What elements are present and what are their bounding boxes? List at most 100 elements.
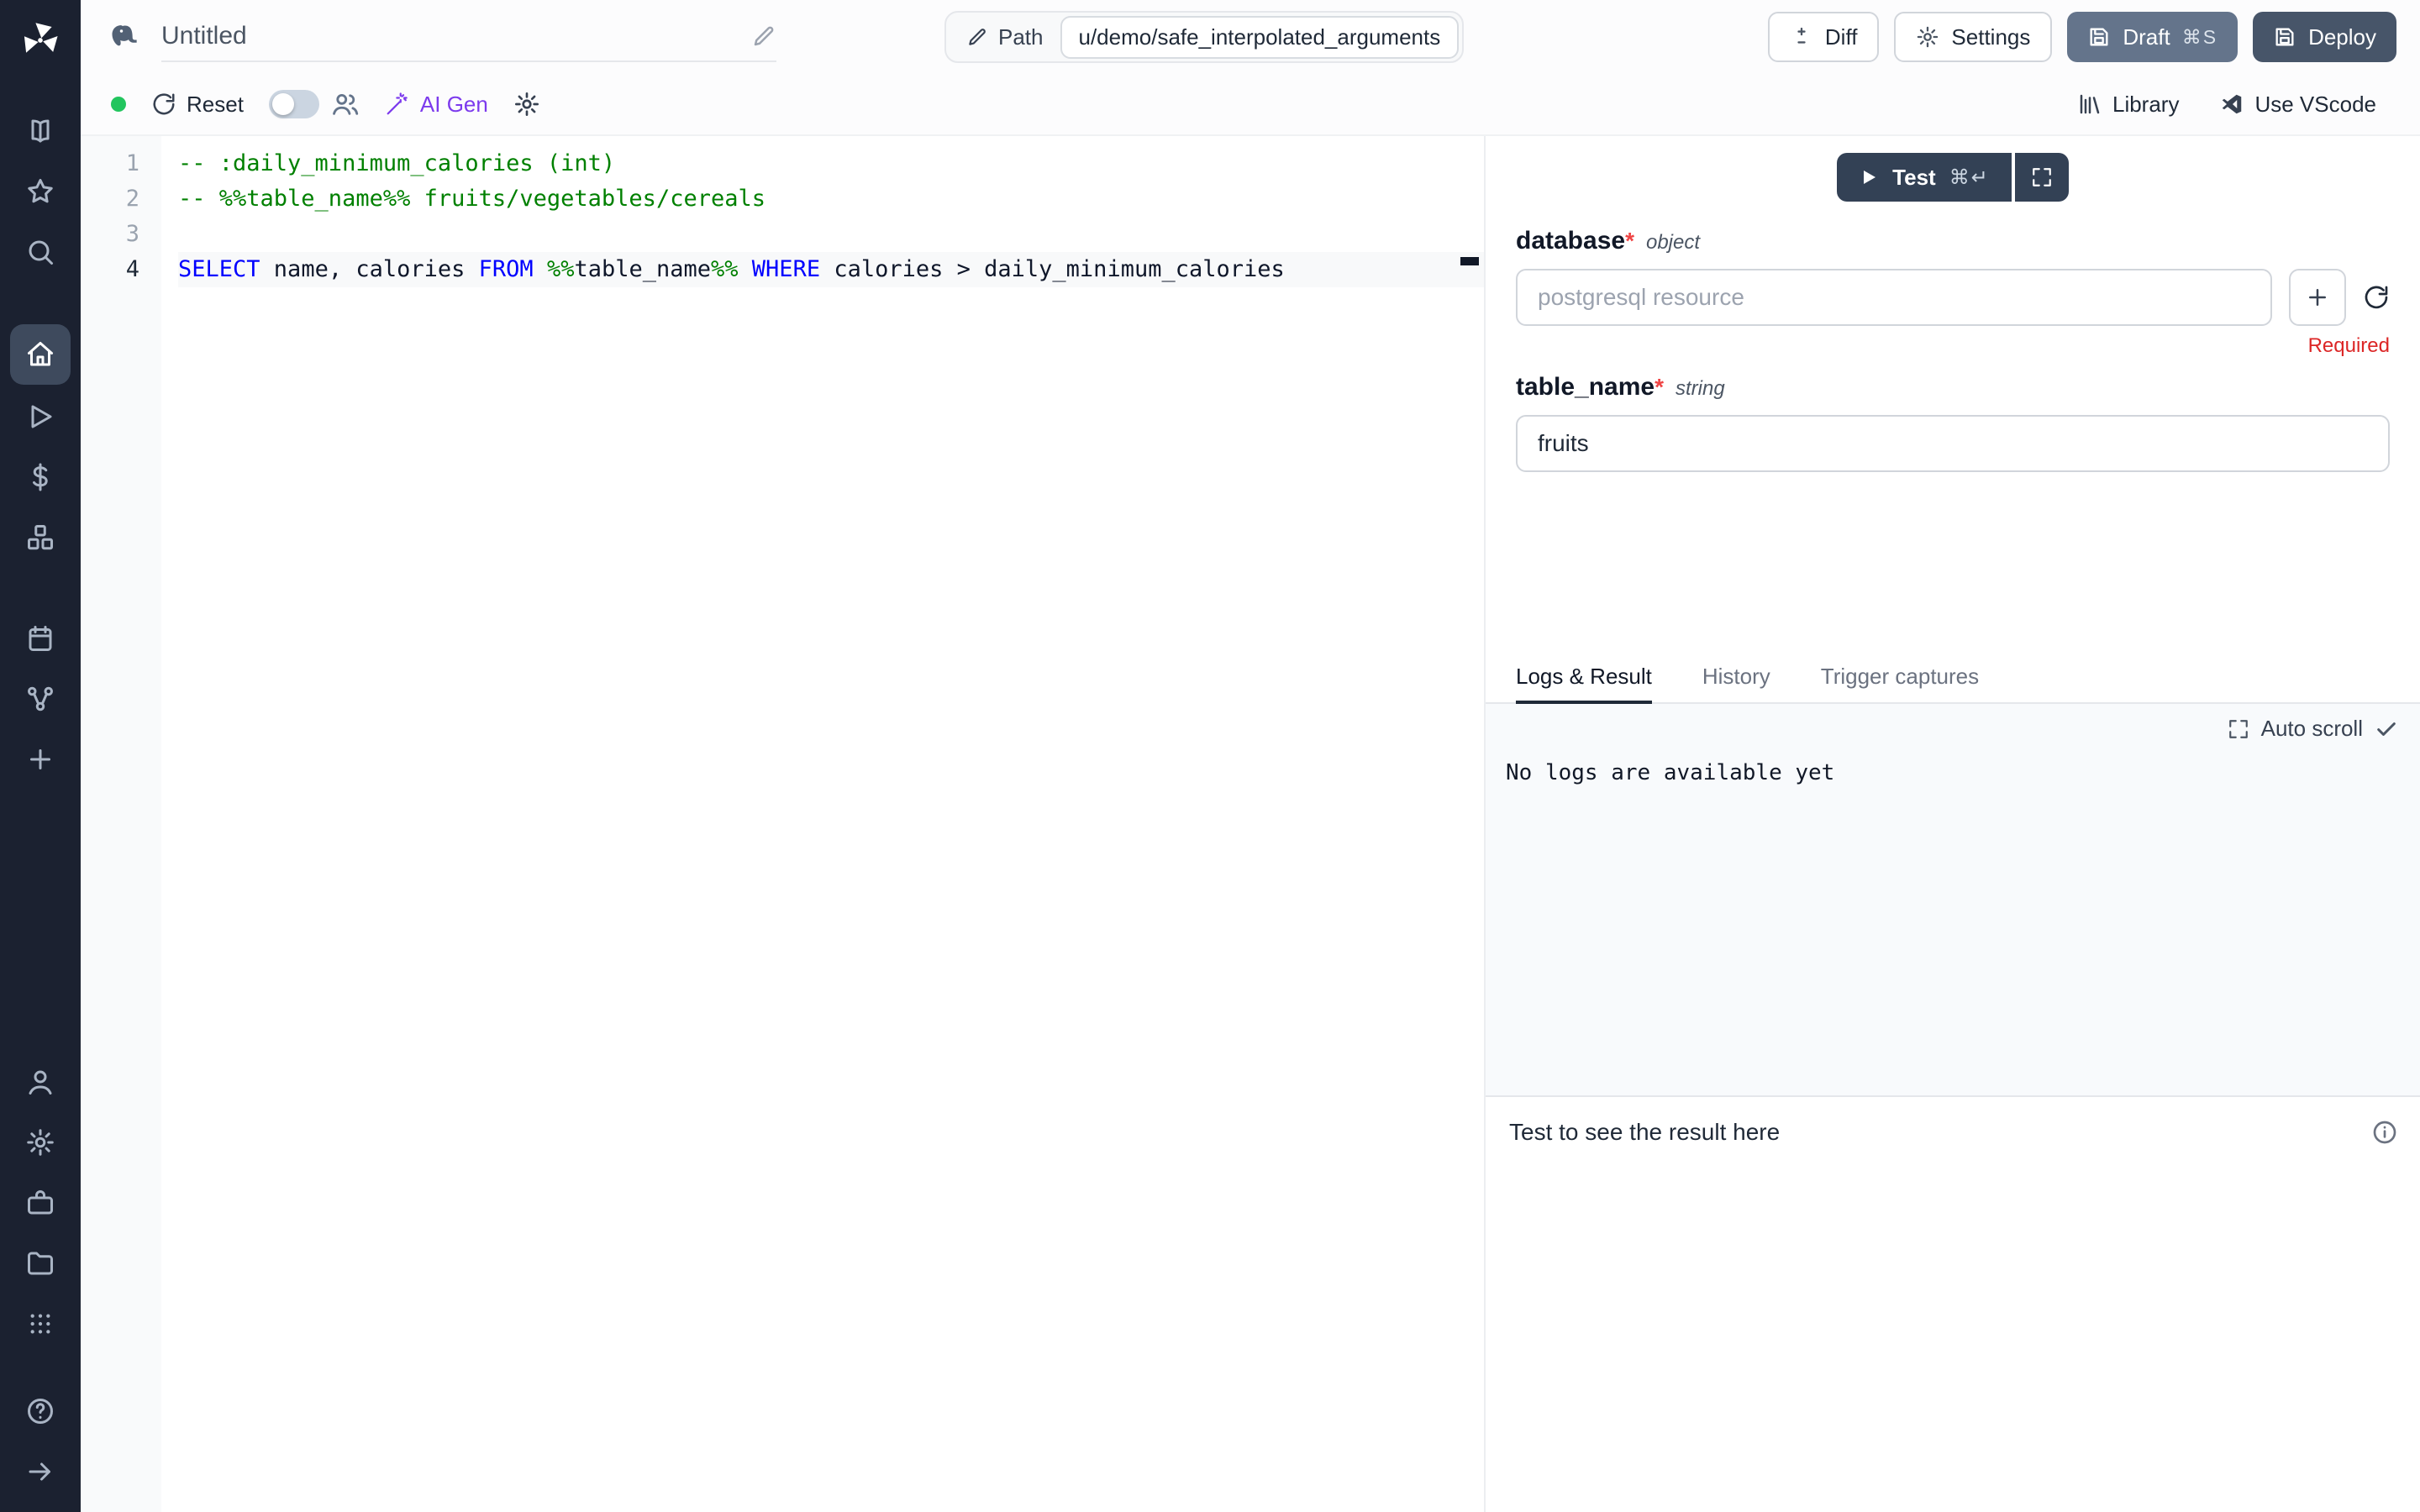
deploy-button[interactable]: Deploy (2253, 12, 2396, 62)
reset-button[interactable]: Reset (151, 92, 244, 118)
library-button[interactable]: Library (2077, 92, 2179, 118)
line-number: 1 (81, 146, 139, 181)
expand-test-button[interactable] (2015, 153, 2069, 202)
required-asterisk: * (1655, 374, 1664, 400)
use-vscode-button[interactable]: Use VScode (2219, 92, 2376, 118)
script-title-field[interactable]: Untitled (161, 12, 776, 62)
pencil-icon (751, 24, 776, 49)
play-icon (1859, 167, 1879, 187)
required-note: Required (1516, 334, 2390, 358)
table-name-input-row (1516, 415, 2390, 472)
editor-gutter: 1234 (81, 136, 161, 1512)
check-icon[interactable] (2375, 717, 2398, 741)
path-label-group: Path (950, 24, 1060, 50)
sidebar-group-main (0, 323, 81, 568)
table-name-input[interactable] (1516, 415, 2390, 472)
right-panel: Test ⌘↵ database* object (1484, 136, 2420, 1512)
sidebar-item-workspace[interactable] (10, 1174, 71, 1231)
apps-grid-icon (27, 1310, 54, 1337)
docs-icon (25, 116, 55, 146)
sidebar-item-schedules[interactable] (10, 610, 71, 667)
sidebar-item-triggers[interactable] (10, 670, 71, 727)
diff-button[interactable]: Diff (1768, 12, 1880, 62)
settings-button[interactable]: Settings (1894, 12, 2052, 62)
panel-top: Test ⌘↵ database* object (1486, 136, 2420, 652)
sidebar-group-second (0, 608, 81, 790)
users-icon (331, 90, 360, 118)
add-resource-button[interactable] (2289, 269, 2346, 326)
test-button[interactable]: Test ⌘↵ (1837, 153, 2012, 202)
expand-logs-icon[interactable] (2228, 718, 2249, 740)
save-icon (2087, 25, 2111, 49)
line-number: 2 (81, 181, 139, 217)
sidebar-spacer (0, 790, 81, 1052)
sidebar-item-resources[interactable] (10, 509, 71, 566)
code-lines[interactable]: -- :daily_minimum_calories (int)-- %%tab… (161, 136, 1484, 1512)
code-editor[interactable]: 1234 -- :daily_minimum_calories (int)-- … (81, 136, 1484, 1512)
plus-icon (25, 744, 55, 774)
ai-gen-button[interactable]: AI Gen (385, 92, 488, 118)
sidebar-item-add[interactable] (10, 731, 71, 788)
sidebar-item-search[interactable] (10, 223, 71, 281)
path-label: Path (998, 24, 1044, 50)
test-row: Test ⌘↵ (1516, 153, 2390, 202)
main-area: Untitled Path u/demo/safe_interpolated_a… (81, 0, 2420, 1512)
database-resource-input[interactable] (1516, 269, 2272, 326)
sidebar-item-help[interactable] (10, 1383, 71, 1440)
editor-settings-button[interactable] (513, 91, 540, 118)
connection-status-dot (111, 97, 126, 112)
help-icon (25, 1396, 55, 1426)
sidebar-item-docs[interactable] (10, 102, 71, 160)
sidebar-item-home[interactable] (10, 324, 71, 385)
variables-dollar-icon (25, 462, 55, 492)
gear-icon (1916, 25, 1939, 49)
draft-button[interactable]: Draft ⌘S (2067, 12, 2238, 62)
logs-empty-message: No logs are available yet (1486, 742, 2420, 804)
folder-icon (25, 1248, 55, 1278)
pencil-icon (966, 26, 988, 48)
briefcase-icon (25, 1188, 55, 1218)
draft-button-label: Draft (2123, 24, 2170, 50)
sidebar-item-folders[interactable] (10, 1235, 71, 1292)
sidebar-item-apps[interactable] (10, 1295, 71, 1352)
code-line[interactable]: -- %%table_name%% fruits/vegetables/cere… (178, 181, 1484, 217)
postgresql-icon (108, 18, 145, 55)
sidebar-group-footer (0, 1381, 81, 1502)
tab-trigger-captures[interactable]: Trigger captures (1821, 652, 1979, 704)
user-icon (25, 1067, 55, 1097)
app-window: Untitled Path u/demo/safe_interpolated_a… (0, 0, 2420, 1512)
path-pill[interactable]: Path u/demo/safe_interpolated_arguments (944, 11, 1464, 63)
script-title: Untitled (161, 22, 738, 50)
sidebar-group-bottom (0, 1052, 81, 1354)
sidebar-item-account[interactable] (10, 1053, 71, 1110)
refresh-resource-button[interactable] (2363, 284, 2390, 311)
home-icon (25, 339, 55, 370)
path-value[interactable]: u/demo/safe_interpolated_arguments (1060, 16, 1460, 59)
result-section: Test to see the result here (1486, 1095, 2420, 1512)
diff-button-label: Diff (1825, 24, 1858, 50)
library-label: Library (2112, 92, 2179, 118)
code-line[interactable] (178, 217, 1484, 252)
test-button-label: Test (1892, 165, 1936, 191)
test-shortcut: ⌘↵ (1949, 165, 1990, 190)
sidebar-item-variables[interactable] (10, 449, 71, 506)
multiplayer-toggle[interactable] (269, 90, 319, 118)
resources-icon (25, 522, 55, 553)
info-icon[interactable] (2371, 1119, 2398, 1146)
code-line[interactable]: -- :daily_minimum_calories (int) (178, 146, 1484, 181)
field-name: database* (1516, 227, 1634, 255)
sidebar-item-collapse[interactable] (10, 1443, 71, 1500)
draft-shortcut: ⌘S (2182, 26, 2217, 49)
runs-play-icon (25, 402, 55, 432)
tab-history[interactable]: History (1702, 652, 1770, 704)
autoscroll-row: Auto scroll (1486, 704, 2420, 742)
code-line[interactable]: SELECT name, calories FROM %%table_name%… (178, 252, 1484, 287)
tab-logs-result[interactable]: Logs & Result (1516, 652, 1652, 704)
sidebar-item-settings[interactable] (10, 1114, 71, 1171)
windmill-logo[interactable] (0, 0, 81, 81)
sidebar-item-runs[interactable] (10, 388, 71, 445)
library-icon (2077, 92, 2102, 117)
required-asterisk: * (1625, 228, 1634, 254)
sidebar-item-favorites[interactable] (10, 163, 71, 220)
save-icon (2273, 25, 2296, 49)
